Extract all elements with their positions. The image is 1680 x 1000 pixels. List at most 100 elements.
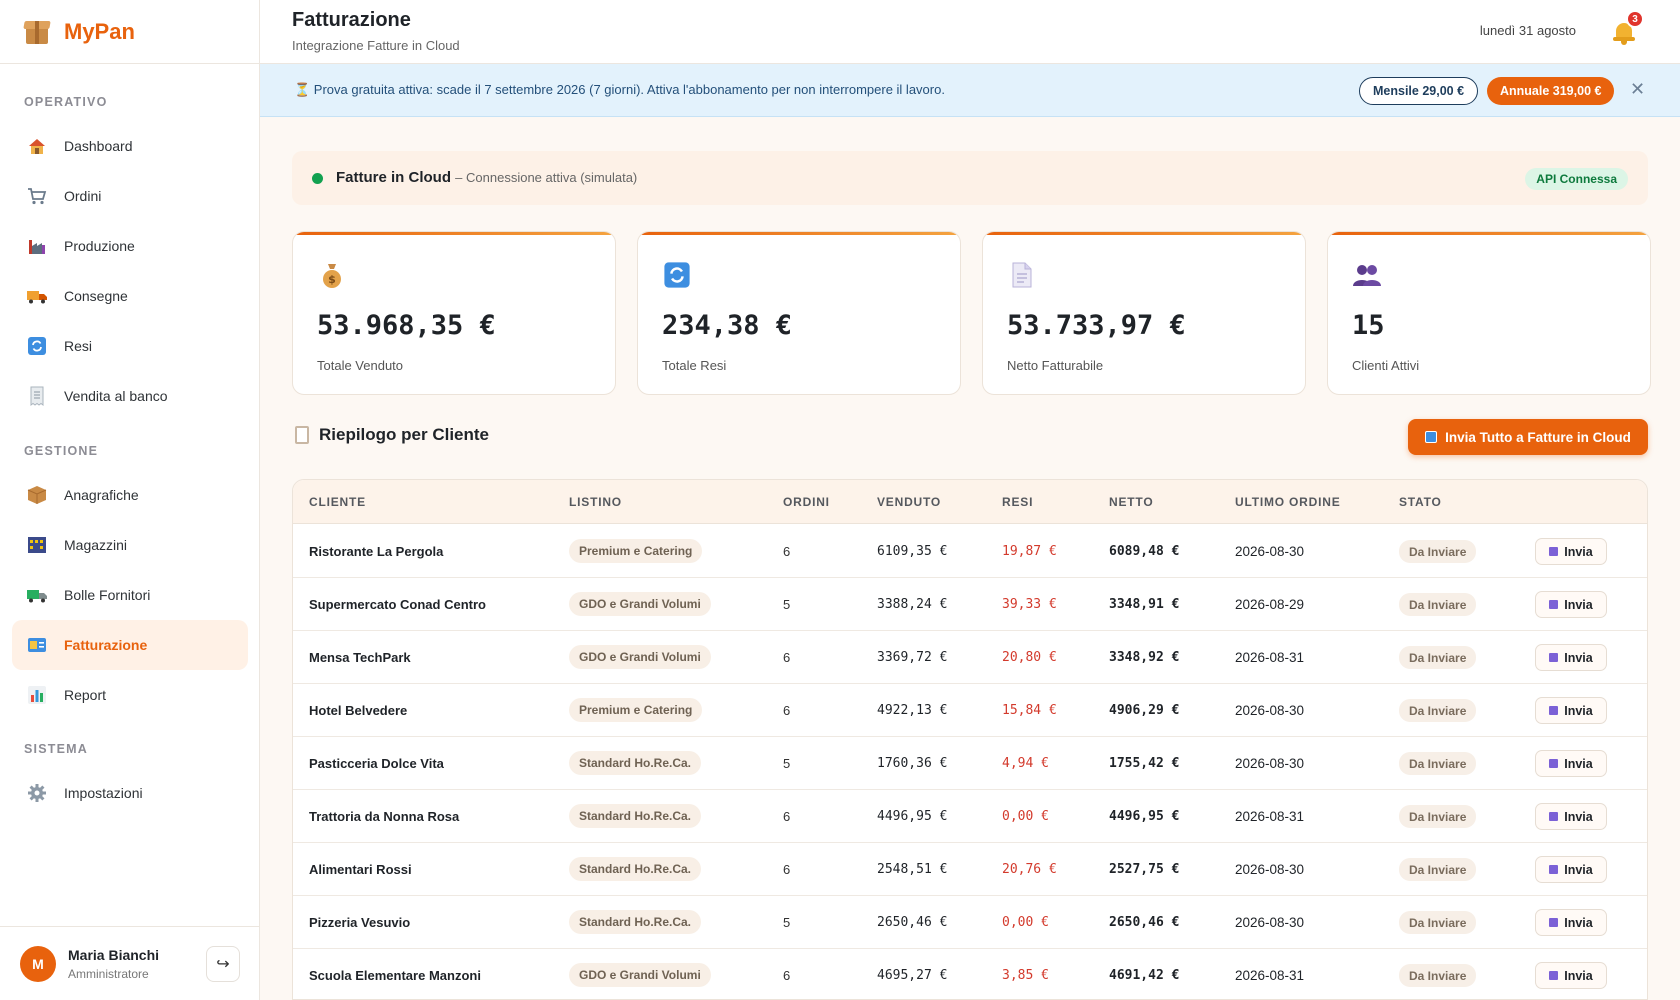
sidebar-item-magazzini[interactable]: Magazzini bbox=[12, 520, 248, 570]
upload-icon bbox=[1549, 812, 1559, 821]
net-amount: 2527,75 € bbox=[1109, 862, 1180, 877]
sidebar-item-fatturazione[interactable]: Fatturazione bbox=[12, 620, 248, 670]
upload-icon bbox=[1549, 706, 1559, 715]
net-amount: 2650,46 € bbox=[1109, 915, 1180, 930]
client-summary-table: CLIENTE LISTINO ORDINI VENDUTO RESI NETT… bbox=[292, 479, 1648, 1000]
net-amount: 3348,92 € bbox=[1109, 650, 1180, 665]
sidebar-item-produzione[interactable]: Produzione bbox=[12, 221, 248, 271]
sidebar-item-label: Vendita al banco bbox=[64, 388, 168, 404]
returns-amount: 0,00 € bbox=[1002, 915, 1049, 930]
sidebar-item-label: Consegne bbox=[64, 288, 128, 304]
upload-icon bbox=[1549, 971, 1559, 980]
send-invoice-button[interactable]: Invia bbox=[1535, 962, 1607, 989]
sidebar-item-ordini[interactable]: Ordini bbox=[12, 171, 248, 221]
stat-label: Clienti Attivi bbox=[1352, 358, 1420, 373]
sidebar-item-bolle-fornitori[interactable]: Bolle Fornitori bbox=[12, 570, 248, 620]
user-block: M Maria Bianchi Amministratore ↪ bbox=[0, 926, 260, 1000]
upload-icon bbox=[1549, 547, 1559, 556]
column-header-venduto[interactable]: VENDUTO bbox=[877, 495, 941, 509]
client-name: Trattoria da Nonna Rosa bbox=[309, 809, 460, 824]
sidebar-item-report[interactable]: Report bbox=[12, 670, 248, 720]
send-invoice-button[interactable]: Invia bbox=[1535, 591, 1607, 618]
status-badge: Da Inviare bbox=[1399, 540, 1477, 563]
column-header-stato[interactable]: STATO bbox=[1399, 495, 1442, 509]
status-dot bbox=[312, 173, 323, 184]
table-row[interactable]: Pasticceria Dolce Vita Standard Ho.Re.Ca.… bbox=[293, 737, 1647, 790]
table-row[interactable]: Scuola Elementare Manzoni GDO e Grandi Vo… bbox=[293, 949, 1647, 999]
table-row[interactable]: Trattoria da Nonna Rosa Standard Ho.Re.Ca… bbox=[293, 790, 1647, 843]
close-icon[interactable]: ✕ bbox=[1630, 79, 1645, 100]
monthly-plan-button[interactable]: Mensile 29,00 € bbox=[1359, 77, 1479, 105]
status-badge: Da Inviare bbox=[1399, 911, 1477, 934]
status-badge: Da Inviare bbox=[1399, 805, 1477, 828]
send-invoice-button[interactable]: Invia bbox=[1535, 644, 1607, 671]
header-date: lunedì 31 agosto bbox=[1479, 23, 1576, 38]
returns-amount: 15,84 € bbox=[1002, 703, 1057, 718]
send-invoice-button[interactable]: Invia bbox=[1535, 909, 1607, 936]
table-row[interactable]: Hotel Belvedere Premium e Catering 6 4922,1… bbox=[293, 684, 1647, 737]
house-icon bbox=[26, 135, 48, 157]
send-invoice-button[interactable]: Invia bbox=[1535, 538, 1607, 565]
status-badge: Da Inviare bbox=[1399, 593, 1477, 616]
sold-amount: 3388,24 € bbox=[877, 597, 948, 612]
send-label: Invia bbox=[1564, 544, 1593, 559]
last-order-date: 2026-08-31 bbox=[1235, 650, 1305, 665]
send-invoice-button[interactable]: Invia bbox=[1535, 750, 1607, 777]
nav-section-sistema: SISTEMA bbox=[24, 742, 88, 756]
receipt-icon bbox=[26, 385, 48, 407]
price-list-badge: Standard Ho.Re.Ca. bbox=[569, 751, 702, 775]
sidebar-item-dashboard[interactable]: Dashboard bbox=[12, 121, 248, 171]
annual-plan-button[interactable]: Annuale 319,00 € bbox=[1487, 77, 1615, 105]
sidebar-item-vendita-al-banco[interactable]: Vendita al banco bbox=[12, 371, 248, 421]
column-header-netto[interactable]: NETTO bbox=[1109, 495, 1153, 509]
avatar[interactable]: M bbox=[20, 945, 56, 982]
returns-amount: 4,94 € bbox=[1002, 756, 1049, 771]
sidebar-item-impostazioni[interactable]: Impostazioni bbox=[12, 768, 248, 818]
page-title: Fatturazione bbox=[292, 9, 411, 31]
orders-count: 5 bbox=[783, 915, 791, 930]
stat-label: Totale Venduto bbox=[317, 358, 404, 373]
price-list-badge: Premium e Catering bbox=[569, 698, 703, 722]
column-header-cliente[interactable]: CLIENTE bbox=[309, 495, 366, 509]
nav-section-operativo: OPERATIVO bbox=[24, 95, 108, 109]
send-invoice-button[interactable]: Invia bbox=[1535, 697, 1607, 724]
sidebar-item-label: Report bbox=[64, 687, 107, 703]
send-all-button[interactable]: Invia Tutto a Fatture in Cloud bbox=[1408, 419, 1648, 455]
billing-icon bbox=[26, 634, 48, 656]
users-icon bbox=[1352, 260, 1382, 290]
returns-amount: 20,80 € bbox=[1002, 650, 1057, 665]
refresh-icon bbox=[26, 335, 48, 357]
send-invoice-button[interactable]: Invia bbox=[1535, 803, 1607, 830]
table-row[interactable]: Mensa TechPark GDO e Grandi Volumi 6 3369,7… bbox=[293, 631, 1647, 684]
price-list-badge: GDO e Grandi Volumi bbox=[569, 963, 711, 987]
send-label: Invia bbox=[1564, 597, 1593, 612]
sold-amount: 2650,46 € bbox=[877, 915, 948, 930]
price-list-badge: Standard Ho.Re.Ca. bbox=[569, 910, 702, 934]
table-row[interactable]: Pizzeria Vesuvio Standard Ho.Re.Ca. 5 2650,… bbox=[293, 896, 1647, 949]
cart-icon bbox=[26, 185, 48, 207]
send-invoice-button[interactable]: Invia bbox=[1535, 856, 1607, 883]
sidebar-item-label: Anagrafiche bbox=[64, 487, 139, 503]
last-order-date: 2026-08-30 bbox=[1235, 915, 1305, 930]
sidebar-item-label: Dashboard bbox=[64, 138, 133, 154]
sidebar-item-resi[interactable]: Resi bbox=[12, 321, 248, 371]
price-list-badge: GDO e Grandi Volumi bbox=[569, 645, 711, 669]
brand[interactable]: MyPan bbox=[0, 0, 259, 64]
table-row[interactable]: Ristorante La Pergola Premium e Catering 6… bbox=[293, 525, 1647, 578]
stat-label: Netto Fatturabile bbox=[1007, 358, 1104, 373]
logout-button[interactable]: ↪ bbox=[206, 946, 240, 982]
last-order-date: 2026-08-30 bbox=[1235, 756, 1305, 771]
column-header-resi[interactable]: RESI bbox=[1002, 495, 1033, 509]
net-amount: 4496,95 € bbox=[1109, 809, 1180, 824]
table-row[interactable]: Supermercato Conad Centro GDO e Grandi Vo… bbox=[293, 578, 1647, 631]
sold-amount: 4695,27 € bbox=[877, 968, 948, 983]
table-row[interactable]: Alimentari Rossi Standard Ho.Re.Ca. 6 2548,… bbox=[293, 843, 1647, 896]
sidebar-item-anagrafiche[interactable]: Anagrafiche bbox=[12, 470, 248, 520]
column-header-ultimo-ordine[interactable]: ULTIMO ORDINE bbox=[1235, 495, 1341, 509]
refresh-icon bbox=[662, 260, 692, 290]
column-header-listino[interactable]: LISTINO bbox=[569, 495, 622, 509]
sidebar-item-consegne[interactable]: Consegne bbox=[12, 271, 248, 321]
orders-count: 6 bbox=[783, 968, 791, 983]
column-header-ordini[interactable]: ORDINI bbox=[783, 495, 830, 509]
connection-status: Fatture in Cloud – Connessione attiva (s… bbox=[292, 151, 1648, 205]
